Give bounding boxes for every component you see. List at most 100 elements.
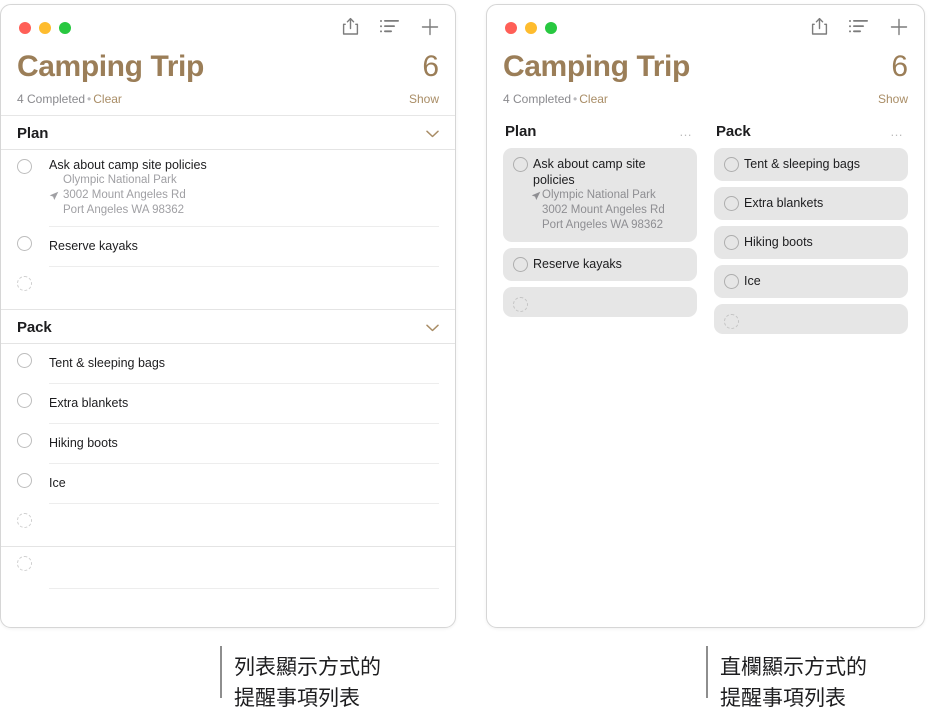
list-item[interactable]: Ask about camp site policies Olympic Nat… bbox=[1, 150, 455, 227]
checkbox-wrap bbox=[513, 296, 533, 312]
list-view-icon[interactable] bbox=[380, 19, 400, 34]
title-row: Camping Trip 6 bbox=[503, 49, 908, 85]
checkbox-circle-icon[interactable] bbox=[17, 276, 32, 291]
checkbox-circle-icon[interactable] bbox=[17, 556, 32, 571]
section-header-pack[interactable]: Pack bbox=[1, 310, 455, 343]
checkbox-circle-icon[interactable] bbox=[17, 353, 32, 368]
plus-icon[interactable] bbox=[421, 18, 439, 36]
close-button[interactable] bbox=[505, 22, 517, 34]
reminder-card-content: Reserve kayaks bbox=[533, 256, 687, 272]
reminder-card-title: Extra blankets bbox=[744, 196, 824, 210]
checkbox-circle-icon[interactable] bbox=[724, 274, 739, 289]
reminders-window-list-view[interactable]: Camping Trip 6 4 Completed • Clear Show Pl… bbox=[0, 4, 456, 628]
show-button[interactable]: Show bbox=[878, 92, 908, 106]
section-title: Plan bbox=[17, 125, 49, 142]
checkbox-wrap bbox=[17, 267, 49, 291]
clear-button[interactable]: Clear bbox=[93, 92, 122, 106]
reminder-card[interactable]: Reserve kayaks bbox=[503, 248, 697, 281]
location-arrow-icon bbox=[49, 191, 59, 201]
list-view-icon[interactable] bbox=[849, 19, 869, 34]
checkbox-wrap bbox=[17, 227, 49, 251]
checkbox-wrap bbox=[17, 424, 49, 448]
checkbox-circle-icon[interactable] bbox=[17, 159, 32, 174]
chevron-down-icon[interactable] bbox=[426, 130, 439, 138]
plus-icon[interactable] bbox=[890, 18, 908, 36]
list-item-subtitle-text-2: 3002 Mount Angeles Rd bbox=[63, 189, 186, 201]
checkbox-wrap bbox=[513, 156, 533, 172]
list-item[interactable]: Ice bbox=[1, 464, 455, 504]
reminder-count: 6 bbox=[891, 50, 908, 83]
new-reminder-input[interactable] bbox=[49, 547, 439, 589]
column-plan: Plan … Ask about camp site policies Olym… bbox=[503, 115, 697, 340]
reminder-card[interactable]: Extra blankets bbox=[714, 187, 908, 220]
maximize-button[interactable] bbox=[59, 22, 71, 34]
new-reminder-input[interactable] bbox=[49, 267, 439, 309]
completed-count: 4 Completed bbox=[17, 92, 86, 106]
list-item-subtitle-line-1: Olympic National Park bbox=[63, 174, 177, 186]
reminder-card[interactable]: Hiking boots bbox=[714, 226, 908, 259]
close-button[interactable] bbox=[19, 22, 31, 34]
new-reminder-input[interactable] bbox=[49, 504, 439, 546]
share-icon[interactable] bbox=[342, 17, 359, 36]
checkbox-circle-icon[interactable] bbox=[513, 157, 528, 172]
completed-summary: 4 Completed • Clear bbox=[503, 92, 608, 106]
reminder-card[interactable]: Tent & sleeping bags bbox=[714, 148, 908, 181]
callout-text: 列表顯示方式的 提醒事項列表 bbox=[234, 630, 381, 714]
reminder-card-content: Ask about camp site policies Olympic Nat… bbox=[531, 156, 687, 233]
section-header-plan[interactable]: Plan bbox=[1, 116, 455, 149]
checkbox-circle-icon[interactable] bbox=[17, 513, 32, 528]
list-item[interactable]: Hiking boots bbox=[1, 424, 455, 464]
reminder-card-subtitle-line-2: 3002 Mount Angeles Rd bbox=[542, 204, 665, 216]
reminders-window-column-view[interactable]: Camping Trip 6 4 Completed • Clear Show Pl… bbox=[486, 4, 925, 628]
more-options-icon[interactable]: … bbox=[679, 125, 693, 138]
checkbox-wrap bbox=[724, 234, 744, 250]
checkbox-wrap bbox=[17, 384, 49, 408]
list-item-empty[interactable] bbox=[1, 504, 455, 546]
checkbox-circle-icon[interactable] bbox=[724, 196, 739, 211]
checkbox-circle-icon[interactable] bbox=[17, 236, 32, 251]
checkbox-circle-icon[interactable] bbox=[513, 257, 528, 272]
list-item-content: Ice bbox=[49, 464, 439, 504]
checkbox-wrap bbox=[17, 464, 49, 488]
list-item-content: Hiking boots bbox=[49, 424, 439, 464]
minimize-button[interactable] bbox=[39, 22, 51, 34]
reminder-card-title: Reserve kayaks bbox=[533, 257, 622, 271]
titlebar-list-view bbox=[1, 5, 455, 49]
reminder-card[interactable]: Ice bbox=[714, 265, 908, 298]
reminder-card-empty[interactable] bbox=[714, 304, 908, 334]
checkbox-circle-icon[interactable] bbox=[17, 473, 32, 488]
list-item[interactable]: Reserve kayaks bbox=[1, 227, 455, 267]
checkbox-circle-icon[interactable] bbox=[724, 314, 739, 329]
callout-text: 直欄顯示方式的 提醒事項列表 bbox=[720, 630, 867, 714]
list-item[interactable]: Extra blankets bbox=[1, 384, 455, 424]
meta-row: 4 Completed • Clear Show bbox=[503, 85, 908, 115]
checkbox-wrap bbox=[724, 313, 744, 329]
reminder-card-subtitle-text-1: Olympic National Park bbox=[542, 189, 656, 201]
checkbox-circle-icon[interactable] bbox=[724, 235, 739, 250]
minimize-button[interactable] bbox=[525, 22, 537, 34]
list-item-empty[interactable] bbox=[1, 267, 455, 309]
maximize-button[interactable] bbox=[545, 22, 557, 34]
checkbox-wrap bbox=[17, 150, 49, 174]
checkbox-circle-icon[interactable] bbox=[513, 297, 528, 312]
checkbox-wrap bbox=[724, 195, 744, 211]
checkbox-circle-icon[interactable] bbox=[17, 433, 32, 448]
reminder-card-empty[interactable] bbox=[503, 287, 697, 317]
list-item-subtitle-line-2: 3002 Mount Angeles Rd bbox=[49, 188, 439, 203]
list-item-empty-trailing[interactable] bbox=[1, 547, 455, 589]
callout-column-view: 直欄顯示方式的 提醒事項列表 bbox=[706, 630, 867, 716]
reminder-card[interactable]: Ask about camp site policies Olympic Nat… bbox=[503, 148, 697, 242]
reminder-card-content: Extra blankets bbox=[744, 195, 898, 211]
titlebar-column-view bbox=[487, 5, 924, 49]
checkbox-circle-icon[interactable] bbox=[17, 393, 32, 408]
list-item[interactable]: Tent & sleeping bags bbox=[1, 344, 455, 384]
clear-button[interactable]: Clear bbox=[579, 92, 608, 106]
share-icon[interactable] bbox=[811, 17, 828, 36]
chevron-down-icon[interactable] bbox=[426, 324, 439, 332]
reminder-card-content: Hiking boots bbox=[744, 234, 898, 250]
show-button[interactable]: Show bbox=[409, 92, 439, 106]
more-options-icon[interactable]: … bbox=[890, 125, 904, 138]
completed-summary: 4 Completed • Clear bbox=[17, 92, 122, 106]
checkbox-circle-icon[interactable] bbox=[724, 157, 739, 172]
callout-line-2: 提醒事項列表 bbox=[234, 686, 360, 710]
